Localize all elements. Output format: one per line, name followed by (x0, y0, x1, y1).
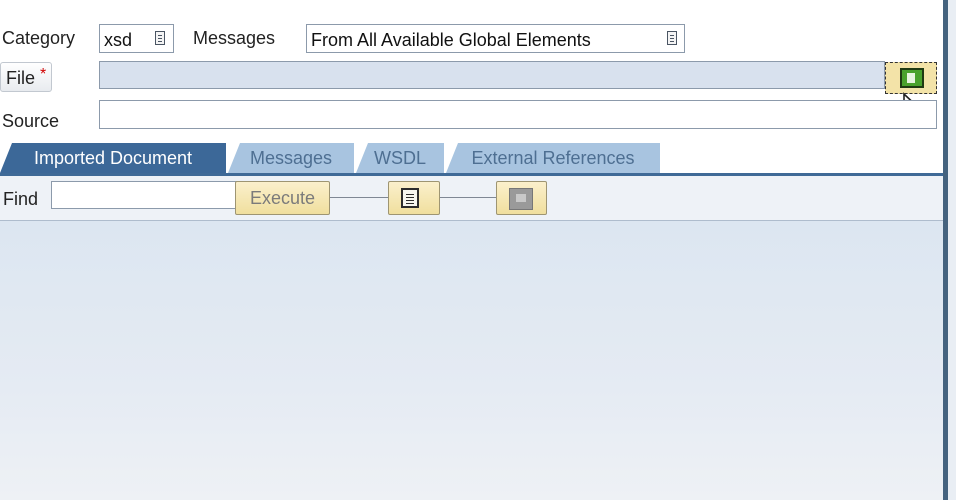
category-label: Category (2, 28, 76, 48)
tab-messages-label: Messages (249, 148, 333, 168)
messages-label: Messages (193, 28, 276, 48)
tab-external-references-label: External References (471, 148, 635, 168)
dropdown-list-icon[interactable] (155, 31, 165, 45)
upload-file-icon (900, 68, 924, 88)
copy-icon (509, 188, 533, 210)
find-input[interactable] (51, 181, 237, 209)
tab-wsdl[interactable]: WSDL (356, 143, 444, 173)
tab-imported-document[interactable]: Imported Document (0, 143, 226, 173)
tab-imported-document-label: Imported Document (33, 148, 193, 168)
tab-messages[interactable]: Messages (228, 143, 354, 173)
source-input[interactable] (99, 100, 937, 129)
required-marker: * (40, 66, 47, 83)
source-label: Source (2, 111, 60, 131)
toolbar-connector (439, 197, 497, 198)
imported-document-content (0, 221, 943, 500)
tab-wsdl-label: WSDL (373, 148, 426, 168)
browse-file-button[interactable] (885, 62, 937, 94)
toolbar-connector (329, 197, 389, 198)
tab-external-references[interactable]: External References (446, 143, 660, 173)
execute-button[interactable]: Execute (235, 181, 330, 215)
document-button[interactable] (388, 181, 440, 215)
messages-select-value: From All Available Global Elements (311, 30, 591, 50)
file-label: File (6, 68, 36, 88)
file-path-input[interactable] (99, 61, 885, 89)
category-select[interactable]: xsd (99, 24, 174, 53)
file-label-button[interactable]: File * (0, 62, 52, 92)
dropdown-list-icon[interactable] (667, 31, 677, 45)
execute-button-label: Execute (249, 188, 316, 208)
category-select-value: xsd (104, 30, 133, 50)
document-icon (401, 188, 419, 208)
find-label: Find (3, 189, 39, 209)
copy-button[interactable] (496, 181, 547, 215)
scroll-area-edge (948, 0, 956, 500)
messages-select[interactable]: From All Available Global Elements (306, 24, 685, 53)
